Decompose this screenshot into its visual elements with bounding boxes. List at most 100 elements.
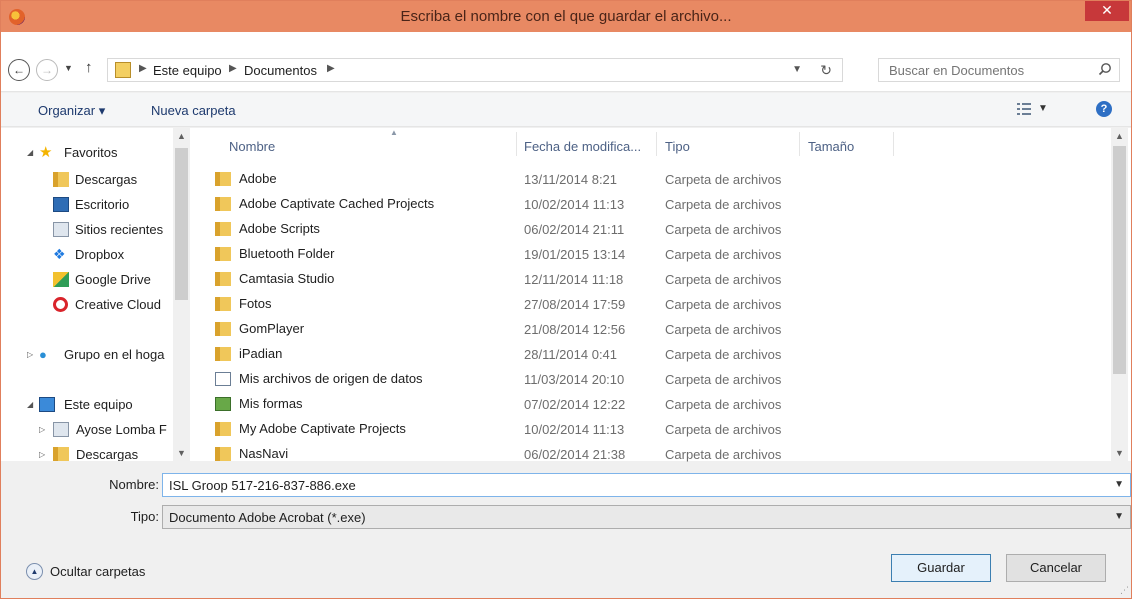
help-icon[interactable]: ? <box>1096 101 1112 117</box>
search-input[interactable] <box>879 59 1089 81</box>
resize-grip-icon[interactable]: ⋰ <box>1120 585 1129 596</box>
nav-item-dropbox[interactable]: ❖ Dropbox <box>53 247 173 265</box>
nav-item-escritorio[interactable]: Escritorio <box>53 197 173 215</box>
column-header-type[interactable]: Tipo <box>665 128 795 162</box>
file-date: 21/08/2014 12:56 <box>524 322 626 337</box>
nav-item-pc-descargas[interactable]: ▷ Descargas <box>39 447 173 461</box>
up-arrow-icon[interactable]: ↑ <box>85 59 93 76</box>
file-date: 06/02/2014 21:11 <box>524 222 625 237</box>
file-row[interactable]: NasNavi 06/02/2014 21:38 Carpeta de archiv… <box>211 442 1091 467</box>
organize-menu[interactable]: Organizar ▾ <box>38 103 105 119</box>
nav-item-descargas[interactable]: Descargas <box>53 172 173 190</box>
scroll-down-icon[interactable]: ▼ <box>173 445 190 461</box>
file-name: Adobe <box>239 171 277 186</box>
scrollbar-thumb[interactable] <box>1113 146 1126 374</box>
folder-icon <box>215 322 231 336</box>
file-row[interactable]: Camtasia Studio 12/11/2014 11:18 Carpeta d… <box>211 267 1091 292</box>
nav-item-google-drive[interactable]: Google Drive <box>53 272 173 290</box>
file-name: My Adobe Captivate Projects <box>239 421 406 436</box>
filename-dropdown-icon[interactable]: ▼ <box>1114 479 1124 490</box>
view-options-icon[interactable] <box>1017 103 1031 115</box>
file-list-scrollbar[interactable]: ▲ ▼ <box>1111 128 1128 461</box>
command-toolbar: Organizar ▾ Nueva carpeta ▼ ? <box>1 93 1131 127</box>
nav-item-user[interactable]: ▷ Ayose Lomba F <box>39 422 173 440</box>
cancel-button[interactable]: Cancelar <box>1006 554 1106 582</box>
file-row[interactable]: Bluetooth Folder 19/01/2015 13:14 Carpeta … <box>211 242 1091 267</box>
column-divider[interactable] <box>893 132 894 156</box>
file-type: Carpeta de archivos <box>665 222 782 237</box>
collapsed-triangle-icon[interactable]: ▷ <box>27 350 33 359</box>
address-dropdown-icon[interactable]: ▼ <box>792 64 802 75</box>
filename-field[interactable]: ▼ <box>162 473 1131 497</box>
back-button[interactable]: ← <box>8 59 30 81</box>
column-header-size[interactable]: Tamaño <box>808 128 893 162</box>
collapsed-triangle-icon[interactable]: ▷ <box>39 450 45 459</box>
nav-item-sitios-recientes[interactable]: Sitios recientes <box>53 222 173 240</box>
new-folder-button[interactable]: Nueva carpeta <box>151 103 236 118</box>
column-header-name[interactable]: Nombre ▲ <box>229 128 514 162</box>
nav-this-pc-label: Este equipo <box>64 397 133 412</box>
sort-ascending-icon: ▲ <box>390 128 398 137</box>
collapsed-triangle-icon[interactable]: ▷ <box>39 425 45 434</box>
recent-locations-chevron-icon[interactable]: ▼ <box>64 63 73 73</box>
file-row[interactable]: Adobe Scripts 06/02/2014 21:11 Carpeta de … <box>211 217 1091 242</box>
nav-item-label: Sitios recientes <box>75 222 164 237</box>
nav-item-label: Creative Cloud <box>75 297 161 312</box>
filetype-dropdown-icon[interactable]: ▼ <box>1114 511 1124 522</box>
view-dropdown-icon[interactable]: ▼ <box>1038 103 1048 114</box>
creative-cloud-icon <box>53 297 68 312</box>
address-bar[interactable]: ▶ Este equipo ▶ Documentos ▶ ▼ ↻ <box>107 58 843 82</box>
save-button[interactable]: Guardar <box>891 554 991 582</box>
file-date: 28/11/2014 0:41 <box>524 347 618 362</box>
file-date: 27/08/2014 17:59 <box>524 297 626 312</box>
forward-button[interactable]: → <box>36 59 58 81</box>
file-type: Carpeta de archivos <box>665 447 782 462</box>
search-icon[interactable] <box>1098 62 1112 76</box>
nav-item-creative-cloud[interactable]: Creative Cloud <box>53 297 173 315</box>
expanded-triangle-icon[interactable]: ◢ <box>27 148 33 157</box>
title-bar[interactable]: Escriba el nombre con el que guardar el … <box>1 1 1131 32</box>
scrollbar-thumb[interactable] <box>175 148 188 300</box>
nav-favorites[interactable]: ◢ ★ Favoritos <box>27 145 173 163</box>
file-type: Carpeta de archivos <box>665 197 782 212</box>
nav-this-pc[interactable]: ◢ Este equipo <box>27 397 173 415</box>
expanded-triangle-icon[interactable]: ◢ <box>27 400 33 409</box>
file-row[interactable]: iPadian 28/11/2014 0:41 Carpeta de archivo… <box>211 342 1091 367</box>
folder-icon <box>215 447 231 461</box>
column-divider[interactable] <box>656 132 657 156</box>
breadcrumb-separator-icon[interactable]: ▶ <box>139 63 147 74</box>
column-divider[interactable] <box>799 132 800 156</box>
nav-homegroup[interactable]: ▷ ● Grupo en el hoga <box>27 347 173 365</box>
refresh-icon[interactable]: ↻ <box>820 62 832 79</box>
file-row[interactable]: My Adobe Captivate Projects 10/02/2014 11… <box>211 417 1091 442</box>
breadcrumb-este-equipo[interactable]: Este equipo <box>153 63 222 78</box>
file-name: Adobe Captivate Cached Projects <box>239 196 435 211</box>
filetype-select[interactable]: Documento Adobe Acrobat (*.exe) ▼ <box>162 505 1131 529</box>
navigation-scrollbar[interactable]: ▲ ▼ <box>173 128 190 461</box>
file-type: Carpeta de archivos <box>665 297 782 312</box>
file-row[interactable]: Fotos 27/08/2014 17:59 Carpeta de archivos <box>211 292 1091 317</box>
file-row[interactable]: Mis archivos de origen de datos 11/03/201… <box>211 367 1091 392</box>
scroll-down-icon[interactable]: ▼ <box>1111 445 1128 461</box>
file-row[interactable]: Adobe 13/11/2014 8:21 Carpeta de archivos <box>211 167 1091 192</box>
close-button[interactable]: ✕ <box>1085 1 1129 21</box>
breadcrumb-documentos[interactable]: Documentos <box>244 63 317 78</box>
file-name: Bluetooth Folder <box>239 246 335 261</box>
breadcrumb-separator-icon[interactable]: ▶ <box>229 63 237 74</box>
file-row[interactable]: GomPlayer 21/08/2014 12:56 Carpeta de arch… <box>211 317 1091 342</box>
save-dialog: Escriba el nombre con el que guardar el … <box>0 0 1132 599</box>
scroll-up-icon[interactable]: ▲ <box>1111 128 1128 144</box>
nav-item-label: Descargas <box>75 172 138 187</box>
filename-input[interactable] <box>163 474 1103 496</box>
nav-favorites-label: Favoritos <box>64 145 118 160</box>
column-divider[interactable] <box>516 132 517 156</box>
scroll-up-icon[interactable]: ▲ <box>173 128 190 144</box>
nav-item-label: Dropbox <box>75 247 125 262</box>
file-date: 12/11/2014 11:18 <box>524 272 624 287</box>
file-row[interactable]: Adobe Captivate Cached Projects 10/02/201… <box>211 192 1091 217</box>
column-header-date[interactable]: Fecha de modifica... <box>524 128 654 162</box>
breadcrumb-separator-icon[interactable]: ▶ <box>327 63 335 74</box>
file-row[interactable]: Mis formas 07/02/2014 12:22 Carpeta de arc… <box>211 392 1091 417</box>
file-date: 19/01/2015 13:14 <box>524 247 626 262</box>
search-box[interactable] <box>878 58 1120 82</box>
